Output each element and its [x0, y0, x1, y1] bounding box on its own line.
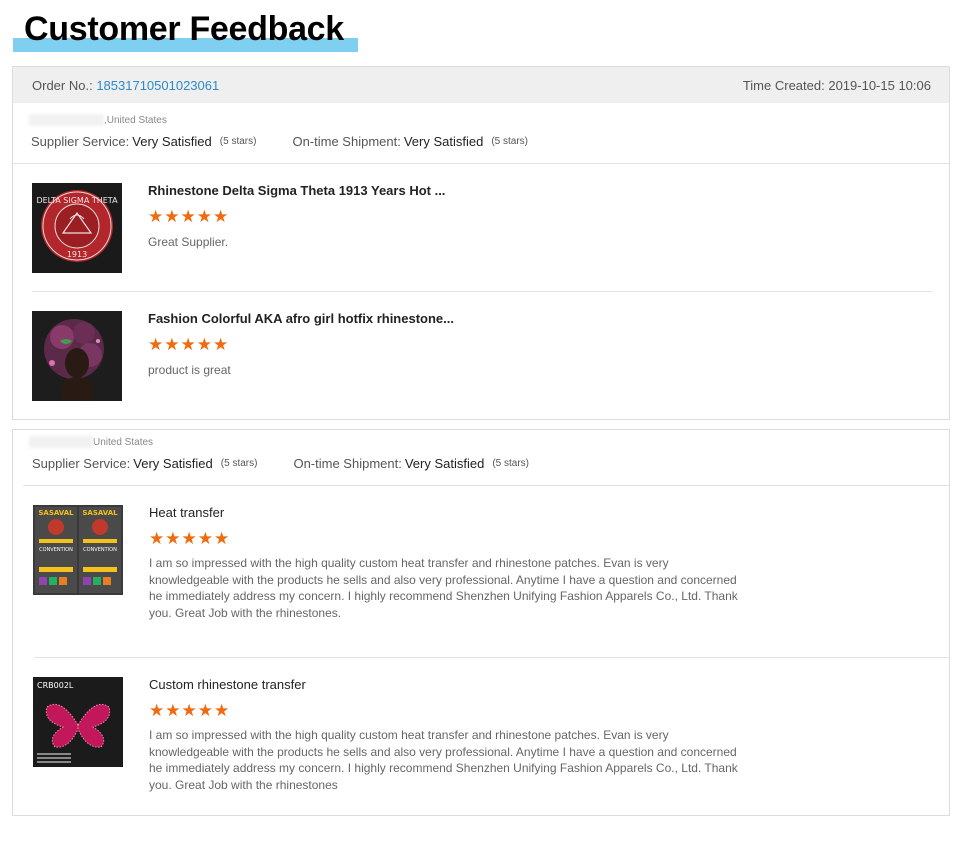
divider: [34, 657, 949, 658]
product-title[interactable]: Custom rhinestone transfer: [149, 677, 306, 692]
feedback-panel-2: United States Supplier Service: Very Sat…: [12, 429, 950, 816]
time-created: Time Created: 2019-10-15 10:06: [743, 78, 931, 93]
divider: [32, 291, 932, 292]
order-no-label: Order No.:: [32, 77, 93, 93]
feedback-panel-1: Order No.: 18531710501023061 Time Create…: [12, 66, 950, 420]
product-star-rating: ★★★★★: [148, 335, 230, 354]
product-star-rating: ★★★★★: [149, 701, 231, 720]
brand-text: SASAVAL: [82, 509, 118, 517]
shipment-stars: (5 stars): [492, 458, 529, 469]
product-title[interactable]: Rhinestone Delta Sigma Theta 1913 Years …: [148, 183, 445, 198]
brand-text: SASAVAL: [38, 509, 74, 517]
shipment-rating: On-time Shipment: Very Satisfied (5 star…: [293, 456, 529, 471]
heat-transfer-image: SASAVAL SASAVAL CONVENTION CONVENTION: [33, 505, 123, 595]
feedback-comment: Great Supplier.: [148, 235, 229, 249]
feedback-comment: product is great: [148, 363, 231, 377]
divider: [23, 485, 949, 486]
supplier-service-label: Supplier Service:: [31, 134, 130, 149]
convention-text: CONVENTION: [39, 547, 73, 553]
product-code-text: CRB002L: [37, 681, 74, 690]
buyer-info: ,United States: [29, 113, 167, 127]
shipment-value: Very Satisfied: [403, 134, 484, 149]
supplier-service-label: Supplier Service:: [32, 456, 131, 471]
page-title-wrap: Customer Feedback: [13, 10, 358, 52]
delta-seal-image: DELTA SIGMA THETA 1913: [32, 183, 122, 273]
supplier-service-value: Very Satisfied: [133, 456, 213, 471]
shipment-label: On-time Shipment:: [293, 456, 402, 471]
order-no-link[interactable]: 18531710501023061: [96, 78, 219, 93]
page-title: Customer Feedback: [24, 10, 344, 48]
buyer-name-redacted: [29, 436, 93, 448]
product-thumbnail[interactable]: DELTA SIGMA THETA 1913: [32, 183, 122, 273]
product-star-rating: ★★★★★: [149, 529, 231, 548]
supplier-service-value: Very Satisfied: [132, 134, 212, 149]
supplier-service-stars: (5 stars): [219, 136, 257, 147]
afro-girl-image: [32, 311, 122, 401]
product-thumbnail[interactable]: CRB002L: [33, 677, 123, 767]
ratings-summary: Supplier Service: Very Satisfied (5 star…: [31, 134, 528, 149]
divider: [13, 163, 949, 164]
shipment-value: Very Satisfied: [404, 456, 485, 471]
product-thumbnail[interactable]: SASAVAL SASAVAL CONVENTION CONVENTION: [33, 505, 123, 595]
product-thumbnail[interactable]: [32, 311, 122, 401]
shipment-stars: (5 stars): [491, 136, 528, 147]
butterfly-rhinestone-image: CRB002L: [33, 677, 123, 767]
buyer-name-redacted: [29, 114, 104, 126]
ratings-summary: Supplier Service: Very Satisfied (5 star…: [32, 456, 529, 471]
supplier-service-stars: (5 stars): [220, 458, 258, 469]
product-title[interactable]: Heat transfer: [149, 505, 224, 520]
feedback-comment: I am so impressed with the high quality …: [149, 728, 738, 792]
convention-text: CONVENTION: [83, 547, 117, 553]
feedback-comment: I am so impressed with the high quality …: [149, 556, 738, 620]
time-value: 2019-10-15 10:06: [828, 77, 931, 93]
seal-ring-text: DELTA SIGMA THETA: [36, 196, 118, 205]
buyer-country: ,United States: [104, 114, 167, 126]
time-label: Time Created:: [742, 77, 825, 93]
shipment-label: On-time Shipment:: [292, 134, 401, 149]
shipment-rating: On-time Shipment: Very Satisfied (5 star…: [292, 134, 528, 149]
product-title[interactable]: Fashion Colorful AKA afro girl hotfix rh…: [148, 311, 454, 326]
product-star-rating: ★★★★★: [148, 207, 230, 226]
order-header: Order No.: 18531710501023061 Time Create…: [13, 67, 949, 103]
seal-year-text: 1913: [67, 250, 87, 259]
buyer-country: United States: [93, 436, 154, 448]
buyer-info: United States: [29, 435, 153, 449]
order-number: Order No.: 18531710501023061: [32, 78, 219, 93]
